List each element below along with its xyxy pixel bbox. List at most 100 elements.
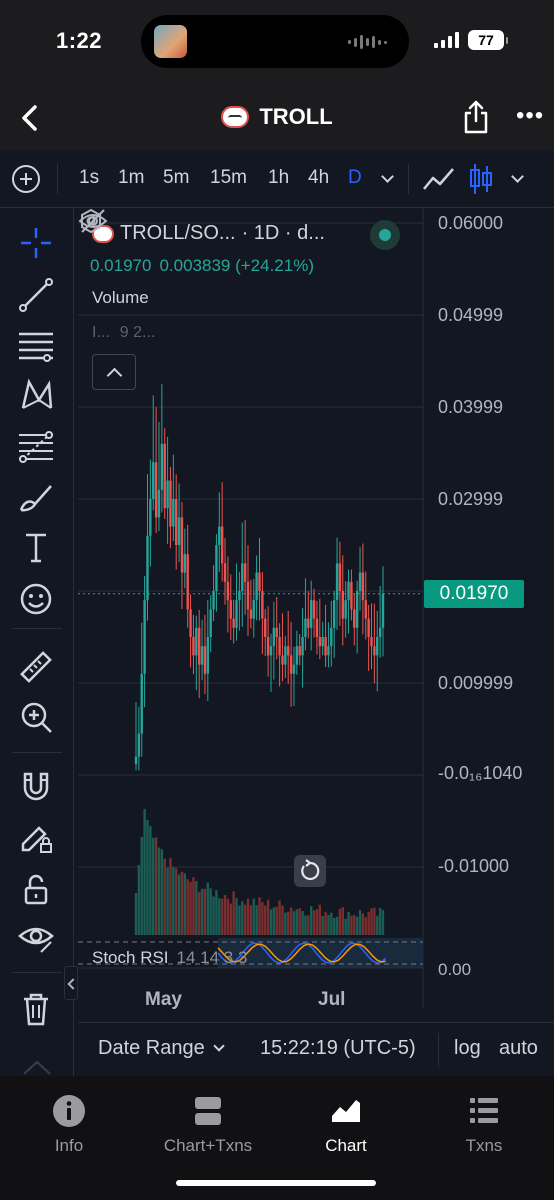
volume-bar: [367, 911, 370, 935]
candle-body: [134, 756, 138, 764]
home-indicator: [176, 1180, 376, 1186]
volume-bar: [269, 909, 273, 935]
tf-1s[interactable]: 1s: [79, 167, 99, 189]
tf-1m[interactable]: 1m: [118, 167, 144, 189]
candle-body: [318, 637, 322, 647]
volume-bar: [232, 891, 235, 935]
volume-bar: [180, 871, 184, 935]
volume-bar: [223, 894, 227, 935]
volume-bar: [301, 911, 304, 935]
candle-body: [264, 618, 267, 637]
volume-bar: [189, 881, 192, 935]
candle-body: [209, 609, 212, 637]
volume-bar: [157, 847, 161, 935]
volume-bar: [134, 893, 138, 935]
reset-chart-button[interactable]: [294, 855, 326, 887]
crosshair-icon[interactable]: [17, 224, 55, 262]
volume-bar: [281, 905, 284, 935]
candle-body: [197, 627, 201, 665]
auto-scale-button[interactable]: auto: [499, 1037, 538, 1060]
volume-bar: [361, 913, 365, 935]
volume-bar: [146, 819, 149, 935]
candle-body: [241, 563, 244, 591]
volume-legend[interactable]: Volume: [92, 288, 149, 308]
volume-bar: [200, 888, 204, 935]
tf-15m[interactable]: 15m: [210, 167, 247, 189]
price-chart[interactable]: TROLL/SO... · 1D · d... 0.01970 0.003839…: [64, 208, 554, 1076]
clock-timezone[interactable]: 15:22:19 (UTC-5): [260, 1037, 416, 1060]
text-icon[interactable]: [17, 528, 55, 566]
volume-bar: [373, 907, 376, 935]
chart-bottom-controls: Date Range 15:22:19 (UTC-5) log auto: [78, 1022, 554, 1076]
candle-body: [235, 600, 238, 628]
interval-label: · 1D · d...: [241, 222, 325, 244]
volume-bar: [378, 908, 382, 935]
date-range-button[interactable]: Date Range: [98, 1037, 205, 1060]
candle-body: [361, 572, 365, 601]
candle-body: [312, 600, 316, 619]
emoji-icon[interactable]: [17, 580, 55, 618]
y-tick: 0.04999: [438, 305, 504, 325]
ruler-icon[interactable]: [17, 648, 55, 686]
x-tick: Jul: [318, 989, 346, 1010]
volume-bar: [295, 909, 299, 935]
eye-icon[interactable]: [17, 918, 55, 956]
volume-bar: [226, 898, 230, 935]
chevron-up-icon[interactable]: [22, 1058, 52, 1076]
dynamic-island[interactable]: [141, 15, 409, 68]
panel-toggle-handle[interactable]: [64, 966, 78, 1000]
candle-body: [137, 733, 141, 757]
more-icon[interactable]: •••: [516, 104, 544, 128]
pattern-icon[interactable]: [17, 376, 55, 414]
candle-body: [243, 563, 247, 582]
tf-1h[interactable]: 1h: [268, 167, 289, 189]
volume-bar: [264, 905, 267, 935]
settings-icon[interactable]: [78, 208, 104, 234]
volume-bar: [249, 905, 253, 935]
volume-bar: [376, 915, 379, 935]
chevron-down-icon[interactable]: [511, 170, 524, 183]
collapse-legend-button[interactable]: [92, 354, 136, 390]
chevron-down-icon[interactable]: [213, 1040, 225, 1052]
candle-body: [376, 637, 379, 656]
pencil-lock-icon[interactable]: [17, 818, 55, 856]
candle-body: [341, 591, 344, 619]
volume-bar: [318, 904, 322, 935]
candle-body: [355, 591, 359, 628]
candles-icon[interactable]: [467, 161, 495, 197]
fib-retracement-icon[interactable]: [17, 428, 55, 466]
zoom-in-icon[interactable]: [17, 698, 55, 736]
candle-body: [200, 646, 204, 665]
unlock-icon[interactable]: [17, 870, 55, 908]
add-circle-icon[interactable]: [12, 165, 40, 193]
y-tick: -0.0₁₆1040: [438, 763, 523, 783]
symbol-legend[interactable]: TROLL/SO... · 1D · d...: [92, 222, 325, 245]
trash-icon[interactable]: [17, 990, 55, 1028]
tab-txns[interactable]: Txns: [415, 1094, 553, 1156]
brush-icon[interactable]: [17, 478, 55, 516]
volume-bar: [304, 915, 307, 935]
volume-bar: [195, 881, 198, 935]
share-icon[interactable]: [462, 100, 490, 134]
tf-d[interactable]: D: [348, 167, 362, 189]
trend-line-icon[interactable]: [17, 276, 55, 314]
magnet-icon[interactable]: [17, 768, 55, 806]
candle-body: [266, 637, 270, 656]
timeframe-toolbar: 1s 1m 5m 15m 1h 4h D: [0, 150, 554, 208]
volume-bar: [261, 902, 264, 935]
volume-bar: [307, 915, 310, 935]
chevron-down-icon[interactable]: [381, 170, 394, 183]
log-scale-button[interactable]: log: [454, 1037, 481, 1060]
tab-chart-txns[interactable]: Chart+Txns: [139, 1094, 277, 1156]
volume-bar: [143, 809, 146, 935]
tf-5m[interactable]: 5m: [163, 167, 189, 189]
x-tick: May: [145, 989, 182, 1010]
horizontal-lines-icon[interactable]: [17, 326, 55, 364]
tf-4h[interactable]: 4h: [308, 167, 329, 189]
candle-body: [215, 545, 218, 591]
line-chart-icon[interactable]: [421, 163, 457, 195]
stoch-rsi-legend[interactable]: Stoch RSI 14 14 3 3: [92, 948, 247, 968]
tab-chart[interactable]: Chart: [277, 1094, 415, 1156]
candle-body: [275, 627, 278, 637]
tab-info[interactable]: Info: [0, 1094, 138, 1156]
